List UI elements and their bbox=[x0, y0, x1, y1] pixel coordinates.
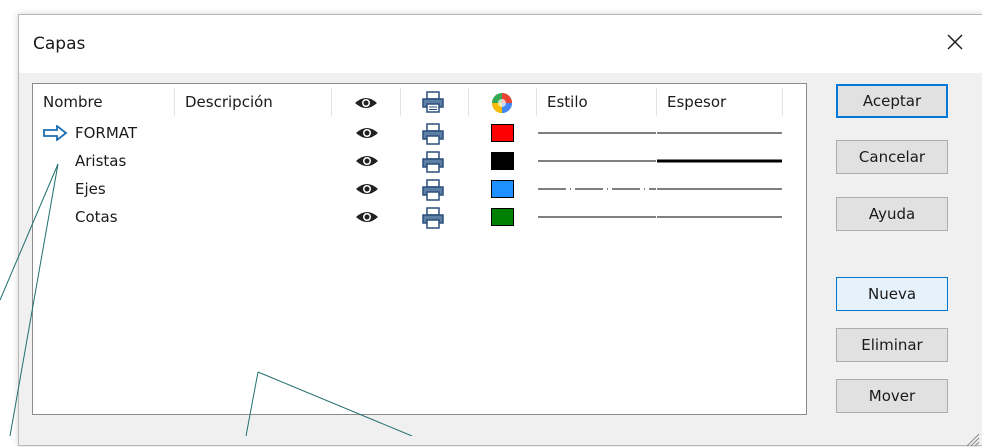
line-thickness-thick[interactable] bbox=[657, 159, 782, 163]
column-header-visible[interactable] bbox=[332, 88, 401, 116]
line-style-solid[interactable] bbox=[538, 216, 656, 218]
layer-color-swatch[interactable] bbox=[491, 180, 514, 198]
line-style-solid[interactable] bbox=[538, 160, 656, 162]
line-thickness-thin[interactable] bbox=[657, 132, 782, 134]
delete-layer-button[interactable]: Eliminar bbox=[836, 328, 948, 362]
cancel-button[interactable]: Cancelar bbox=[836, 140, 948, 174]
layer-color-swatch[interactable] bbox=[491, 208, 514, 226]
layer-row-ejes[interactable]: Ejes bbox=[33, 178, 806, 201]
layer-name: FORMAT bbox=[75, 124, 138, 142]
eye-icon[interactable] bbox=[355, 154, 379, 168]
printer-icon[interactable] bbox=[421, 207, 445, 229]
help-button[interactable]: Ayuda bbox=[836, 197, 948, 231]
new-layer-button[interactable]: Nueva bbox=[836, 277, 948, 311]
eye-icon[interactable] bbox=[355, 126, 379, 140]
eye-icon[interactable] bbox=[355, 210, 379, 224]
line-style-dash-dot[interactable] bbox=[538, 188, 656, 190]
line-style-solid[interactable] bbox=[538, 132, 656, 134]
accept-button[interactable]: Aceptar bbox=[836, 84, 948, 118]
column-header-color[interactable] bbox=[469, 88, 537, 116]
resize-grip-icon[interactable] bbox=[962, 429, 980, 447]
layer-row-format[interactable]: FORMAT bbox=[33, 122, 806, 145]
column-header-thickness[interactable]: Espesor bbox=[657, 88, 783, 116]
printer-icon[interactable] bbox=[421, 123, 445, 145]
printer-icon bbox=[422, 91, 444, 113]
column-header-print[interactable] bbox=[401, 88, 469, 116]
printer-icon[interactable] bbox=[421, 179, 445, 201]
eye-icon bbox=[355, 98, 377, 108]
close-icon bbox=[947, 34, 963, 50]
line-thickness-thin[interactable] bbox=[657, 188, 782, 190]
layers-list[interactable]: Nombre Descripción Estilo Espesor FORMAT… bbox=[32, 83, 807, 415]
color-wheel-icon bbox=[492, 93, 512, 113]
dialog-title: Capas bbox=[33, 34, 86, 54]
column-header-name[interactable]: Nombre bbox=[33, 88, 175, 116]
close-button[interactable] bbox=[940, 27, 970, 57]
title-bar[interactable]: Capas bbox=[19, 15, 982, 73]
layer-color-swatch[interactable] bbox=[491, 152, 514, 170]
layers-dialog: Capas Nombre Descripción Estilo Espesor … bbox=[18, 14, 982, 447]
printer-icon[interactable] bbox=[421, 151, 445, 173]
layer-row-aristas[interactable]: Aristas bbox=[33, 150, 806, 173]
layer-name: Ejes bbox=[75, 180, 106, 198]
eye-icon[interactable] bbox=[355, 182, 379, 196]
layer-row-cotas[interactable]: Cotas bbox=[33, 206, 806, 229]
move-layer-button[interactable]: Mover bbox=[836, 379, 948, 413]
column-header-style[interactable]: Estilo bbox=[537, 88, 657, 116]
layer-name: Cotas bbox=[75, 208, 118, 226]
line-thickness-thin[interactable] bbox=[657, 216, 782, 218]
current-layer-arrow-icon bbox=[43, 125, 68, 141]
layer-name: Aristas bbox=[75, 152, 127, 170]
column-header-description[interactable]: Descripción bbox=[175, 88, 332, 116]
layer-color-swatch[interactable] bbox=[491, 124, 514, 142]
